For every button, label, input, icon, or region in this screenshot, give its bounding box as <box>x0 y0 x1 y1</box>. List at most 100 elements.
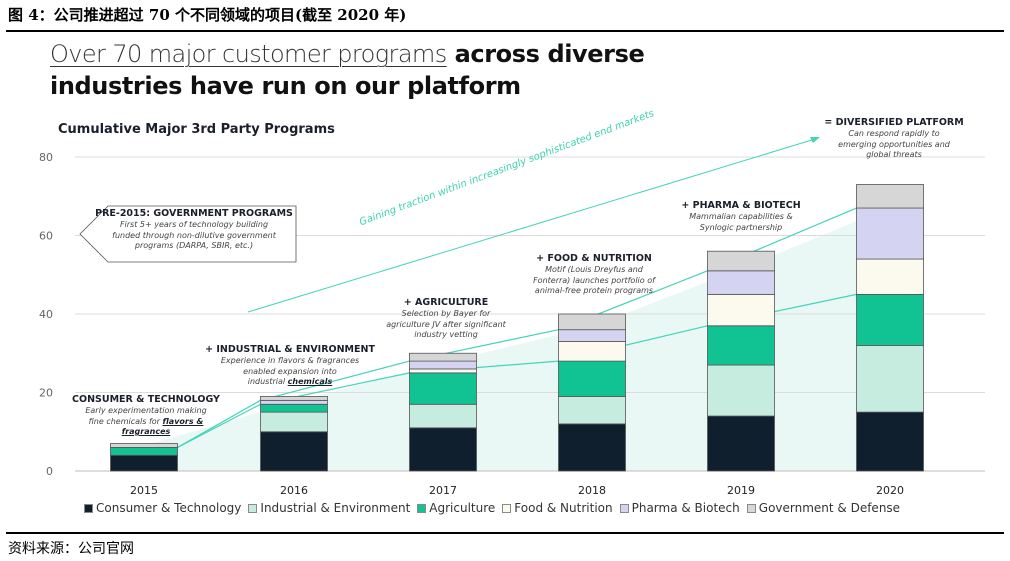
bar-segment <box>707 270 775 295</box>
annotation-2017-line1: Selection by Bayer for <box>401 309 491 318</box>
legend-swatch <box>502 503 512 513</box>
annotation-2020-line2: emerging opportunities and <box>838 139 950 149</box>
annotation-2018-line1: Motif (Louis Dreyfus and <box>545 265 643 274</box>
bar-segment <box>707 293 775 327</box>
bar-segment <box>707 325 775 366</box>
annotation-2015: CONSUMER & TECHNOLOGY Early experimentat… <box>66 393 226 438</box>
stacked-bar-chart: 0 20 40 60 80 2015 2016 2017 2018 2019 2020 <box>39 137 985 497</box>
bar-segment <box>856 411 924 472</box>
bar-segment <box>260 396 328 401</box>
annotation-2020-line3: global threats <box>866 150 922 159</box>
annotation-2015-title: CONSUMER & TECHNOLOGY <box>72 394 220 405</box>
annotation-2018-line3: animal-free protein programs <box>534 286 654 295</box>
annotation-2017: + AGRICULTURE Selection by Bayer for agr… <box>366 296 526 341</box>
annotation-2019-line2: Synlogic partnership <box>699 222 783 232</box>
bar-segment <box>707 415 775 472</box>
annotation-2015-line2b: flavors & <box>162 416 204 426</box>
bar-segment <box>558 341 626 362</box>
legend-item-consumer: Consumer & Technology <box>84 501 241 515</box>
bar-segment <box>558 313 626 331</box>
x-tick-label: 2018 <box>578 484 606 497</box>
legend-label: Industrial & Environment <box>260 501 411 515</box>
annotation-2016-line2: enabled expansion into <box>243 366 337 376</box>
x-tick-label: 2016 <box>280 484 308 497</box>
y-tick-label: 40 <box>39 308 53 321</box>
legend-item-pharma: Pharma & Biotech <box>619 501 740 515</box>
bar-segment <box>260 411 328 433</box>
legend-swatch <box>619 503 629 513</box>
legend-item-government: Government & Defense <box>746 501 901 515</box>
annotation-2016-line3b: chemicals <box>287 377 333 386</box>
bottom-rule <box>6 532 1004 534</box>
legend-item-food: Food & Nutrition <box>502 501 613 515</box>
bar-segment <box>707 250 775 272</box>
x-tick-label: 2019 <box>727 484 755 497</box>
annotation-2015-line2a: fine chemicals for <box>88 416 163 426</box>
legend-label: Agriculture <box>429 501 496 515</box>
annotation-pre-2015-line3: programs (DARPA, SBIR, etc.) <box>134 241 254 250</box>
bar-segment <box>558 396 626 425</box>
legend-item-agriculture: Agriculture <box>417 501 495 515</box>
bar-segment <box>856 207 924 260</box>
bar-segment <box>110 447 178 456</box>
annotation-2017-title: + AGRICULTURE <box>403 297 489 308</box>
annotation-2018-line2: Fonterra) launches portfolio of <box>533 275 655 285</box>
bar-segment <box>558 360 626 397</box>
x-tick-label: 2015 <box>130 484 158 497</box>
annotation-pre-2015: PRE-2015: GOVERNMENT PROGRAMS First 5+ y… <box>88 207 300 252</box>
annotation-2020: = DIVERSIFIED PLATFORM Can respond rapid… <box>812 116 976 161</box>
source-note: 资料来源：公司官网 <box>8 541 134 557</box>
annotation-2017-line2: agriculture JV after significant <box>386 319 506 329</box>
annotation-2018: + FOOD & NUTRITION Motif (Louis Dreyfus … <box>512 252 676 297</box>
y-tick-label: 80 <box>39 151 53 164</box>
bar-segment <box>707 364 775 417</box>
chart-legend: Consumer & Technology Industrial & Envir… <box>84 501 900 515</box>
annotation-pre-2015-title: PRE-2015: GOVERNMENT PROGRAMS <box>95 208 293 219</box>
annotation-2016: + INDUSTRIAL & ENVIRONMENT Experience in… <box>202 343 378 388</box>
annotation-2019: + PHARMA & BIOTECH Mammalian capabilitie… <box>666 199 816 233</box>
legend-swatch <box>746 503 756 513</box>
legend-label: Consumer & Technology <box>96 501 242 515</box>
annotation-2016-line1: Experience in flavors & fragrances <box>220 356 360 365</box>
annotation-pre-2015-line1: First 5+ years of technology building <box>119 220 269 229</box>
bar-segment <box>409 372 477 405</box>
bar-segment <box>409 427 477 472</box>
legend-swatch <box>84 503 93 513</box>
bar-segment <box>260 403 328 413</box>
x-tick-label: 2020 <box>876 484 904 497</box>
bar-segment <box>110 443 178 448</box>
annotation-2019-title: + PHARMA & BIOTECH <box>681 200 801 211</box>
annotation-2016-line3a: industrial <box>247 377 288 386</box>
bar-segment <box>856 344 924 413</box>
y-tick-label: 20 <box>39 387 53 400</box>
annotation-2015-line1: Early experimentation making <box>85 406 207 415</box>
annotation-2020-title: = DIVERSIFIED PLATFORM <box>824 117 964 128</box>
annotation-2019-line1: Mammalian capabilities & <box>689 212 793 221</box>
annotation-2020-line1: Can respond rapidly to <box>848 129 940 138</box>
annotation-2015-line3: fragrances <box>121 427 171 436</box>
legend-swatch <box>417 503 427 513</box>
x-tick-label: 2017 <box>429 484 457 497</box>
bar-segment <box>409 352 477 362</box>
annotation-2016-title: + INDUSTRIAL & ENVIRONMENT <box>205 344 375 355</box>
annotation-2018-title: + FOOD & NUTRITION <box>536 253 652 264</box>
y-tick-label: 60 <box>39 230 53 243</box>
bar-segment <box>110 454 178 472</box>
bar-segment <box>558 329 626 342</box>
bar-segment <box>856 184 924 209</box>
bar-segment <box>558 423 626 472</box>
bar-segment <box>260 431 328 472</box>
legend-item-industrial: Industrial & Environment <box>248 501 410 515</box>
legend-swatch <box>248 503 258 513</box>
bar-segment <box>260 399 328 405</box>
bar-segment <box>409 403 477 429</box>
annotation-pre-2015-line2: funded through non-dilutive government <box>112 230 276 240</box>
bar-segment <box>856 258 924 295</box>
legend-label: Food & Nutrition <box>514 501 613 515</box>
bar-segment <box>409 360 477 370</box>
bar-segment <box>856 293 924 346</box>
legend-label: Pharma & Biotech <box>631 501 740 515</box>
legend-label: Government & Defense <box>758 501 901 515</box>
y-tick-label: 0 <box>46 465 53 478</box>
annotation-2017-line3: industry vetting <box>414 330 478 339</box>
